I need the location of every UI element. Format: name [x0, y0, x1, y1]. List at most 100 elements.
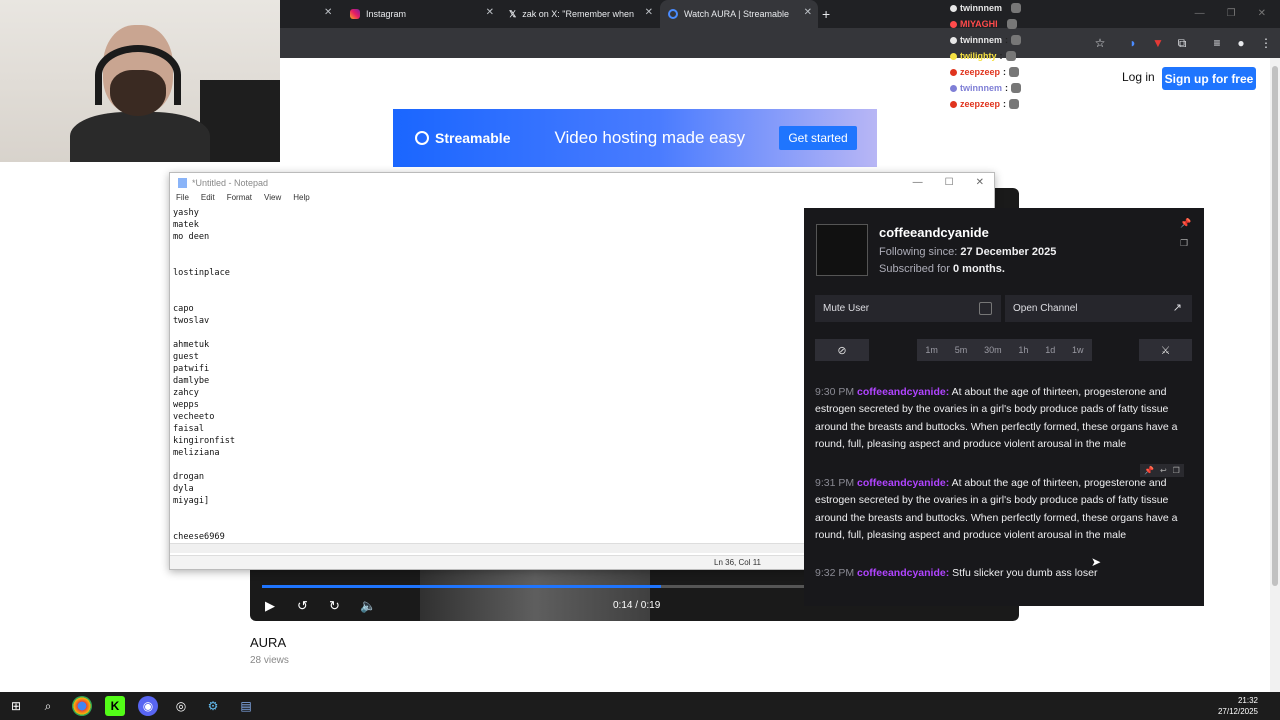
message-text: Stfu slicker you dumb ass loser: [952, 567, 1098, 579]
streamable-logo: Streamable: [415, 130, 510, 146]
overlay-chat-line: zeepzeep:: [950, 96, 1050, 112]
open-channel-label: Open Channel: [1013, 303, 1078, 314]
extension-icon[interactable]: ◗: [1125, 35, 1141, 51]
chat-message[interactable]: 9:32 PM coffeeandcyanide: Stfu slicker y…: [815, 565, 1185, 582]
timeout-1d[interactable]: 1d: [1045, 345, 1055, 355]
menu-format[interactable]: Format: [227, 193, 252, 207]
menu-help[interactable]: Help: [293, 193, 309, 207]
new-tab-icon[interactable]: +: [822, 6, 830, 22]
forward-icon[interactable]: ↻: [329, 598, 340, 614]
windows-start-icon[interactable]: ⊞: [6, 696, 26, 716]
user-card-username[interactable]: coffeeandcyanide: [879, 225, 989, 240]
mute-checkbox[interactable]: [979, 302, 992, 315]
rewind-icon[interactable]: ↺: [297, 598, 308, 614]
extensions-puzzle-icon[interactable]: ⧉: [1174, 35, 1190, 51]
tab-close-icon[interactable]: ✕: [645, 7, 653, 18]
volume-icon[interactable]: 🔈: [360, 598, 376, 614]
mute-user-label: Mute User: [823, 303, 870, 314]
bookmark-star-icon[interactable]: ☆: [1092, 35, 1108, 51]
ban-button[interactable]: ⊘: [815, 339, 869, 361]
subscribed-for: Subscribed for 0 months.: [879, 263, 1005, 275]
following-label: Following since:: [879, 246, 958, 258]
tab-label: Watch AURA | Streamable: [684, 9, 790, 19]
minimize-icon[interactable]: —: [913, 177, 923, 188]
overlay-separator: :: [1005, 3, 1008, 13]
stream-chat-overlay: twinnnem: MIYAGHI: twinnnem: twilighty: zeep…: [950, 0, 1050, 109]
clock-date: 27/12/2025: [1217, 707, 1258, 716]
instagram-icon: [350, 9, 360, 19]
mod-button[interactable]: ⚔: [1139, 339, 1192, 361]
play-icon[interactable]: ▶: [265, 598, 275, 614]
pin-icon[interactable]: 📌: [1180, 218, 1191, 229]
tab-close-icon[interactable]: ✕: [486, 7, 494, 18]
timeout-5m[interactable]: 5m: [955, 345, 968, 355]
notepad-taskbar-icon[interactable]: ▤: [236, 696, 256, 716]
emote-icon: [1009, 67, 1020, 77]
extension-icon[interactable]: ▼: [1150, 35, 1166, 51]
profile-icon[interactable]: ●: [1233, 35, 1249, 51]
chrome-icon[interactable]: [72, 696, 92, 716]
tab-x[interactable]: 𝕏 zak on X: "Remember when xQ ✕: [501, 0, 659, 28]
reading-list-icon[interactable]: ≡: [1209, 35, 1225, 51]
kick-icon[interactable]: K: [105, 696, 125, 716]
headphones-icon: [95, 45, 181, 105]
overlay-username: zeepzeep: [960, 99, 1001, 109]
notepad-title: *Untitled - Notepad: [192, 178, 269, 188]
notepad-window-controls: — ☐ ✕: [913, 177, 984, 188]
message-username[interactable]: coffeeandcyanide:: [857, 477, 949, 489]
close-icon[interactable]: ✕: [1258, 8, 1266, 19]
search-icon[interactable]: ⌕: [38, 696, 58, 716]
steam-icon[interactable]: ⚙: [203, 696, 223, 716]
overlay-username: twinnnem: [960, 83, 1002, 93]
external-link-icon: ↗: [1172, 302, 1182, 314]
chat-message[interactable]: 9:30 PM coffeeandcyanide: At about the a…: [815, 384, 1185, 453]
tab-close-icon[interactable]: ✕: [804, 7, 812, 18]
subscribed-label: Subscribed for: [879, 263, 950, 275]
system-clock[interactable]: 21:32 27/12/2025: [1218, 695, 1258, 717]
copy-icon[interactable]: ❐: [1173, 466, 1180, 475]
timeout-1m[interactable]: 1m: [925, 345, 938, 355]
overlay-chat-line: twinnnem:: [950, 32, 1050, 48]
notepad-titlebar[interactable]: *Untitled - Notepad — ☐ ✕: [170, 173, 994, 193]
chat-message[interactable]: 9:31 PM coffeeandcyanide: At about the a…: [815, 475, 1185, 544]
webcam-chair: [200, 80, 280, 162]
notepad-text-area[interactable]: yashy matek mo deen lostinplace capo two…: [173, 207, 803, 543]
discord-icon[interactable]: ◉: [138, 696, 158, 716]
scrollbar-thumb[interactable]: [1272, 66, 1278, 586]
close-icon[interactable]: ✕: [976, 177, 984, 188]
obs-icon[interactable]: ◎: [171, 696, 191, 716]
menu-view[interactable]: View: [264, 193, 281, 207]
emote-icon: [1009, 99, 1020, 109]
emote-icon: [1005, 51, 1016, 61]
reply-icon[interactable]: ↩: [1160, 466, 1167, 475]
message-username[interactable]: coffeeandcyanide:: [857, 386, 949, 398]
minimize-icon[interactable]: —: [1195, 8, 1205, 19]
overlay-separator: :: [1003, 67, 1007, 77]
open-channel-button[interactable]: Open Channel ↗: [1005, 295, 1192, 322]
promo-banner[interactable]: Streamable Video hosting made easy Get s…: [393, 109, 877, 167]
chat-badge-icon: [950, 68, 957, 76]
ban-icon: ⊘: [837, 344, 847, 357]
chat-badge-icon: [950, 36, 957, 44]
maximize-icon[interactable]: ❐: [1227, 8, 1236, 19]
signup-button[interactable]: Sign up for free: [1162, 67, 1256, 90]
timeout-30m[interactable]: 30m: [984, 345, 1002, 355]
copy-icon[interactable]: ❐: [1180, 238, 1188, 249]
pin-icon[interactable]: 📌: [1144, 466, 1154, 475]
timeout-1w[interactable]: 1w: [1072, 345, 1084, 355]
menu-edit[interactable]: Edit: [201, 193, 215, 207]
mute-user-toggle[interactable]: Mute User: [815, 295, 1001, 322]
maximize-icon[interactable]: ☐: [945, 177, 954, 188]
horizontal-scrollbar[interactable]: [170, 543, 806, 553]
message-username[interactable]: coffeeandcyanide:: [857, 567, 949, 579]
tab-instagram[interactable]: Instagram ✕: [342, 0, 500, 28]
get-started-button[interactable]: Get started: [779, 126, 857, 150]
menu-file[interactable]: File: [176, 193, 189, 207]
tab-streamable[interactable]: Watch AURA | Streamable ✕: [660, 0, 818, 28]
menu-icon[interactable]: ⋮: [1258, 35, 1274, 51]
login-link[interactable]: Log in: [1122, 70, 1155, 84]
overlay-username: zeepzeep: [960, 67, 1001, 77]
video-views: 28 views: [250, 655, 289, 666]
video-progress-fill: [262, 585, 662, 588]
timeout-1h[interactable]: 1h: [1018, 345, 1028, 355]
